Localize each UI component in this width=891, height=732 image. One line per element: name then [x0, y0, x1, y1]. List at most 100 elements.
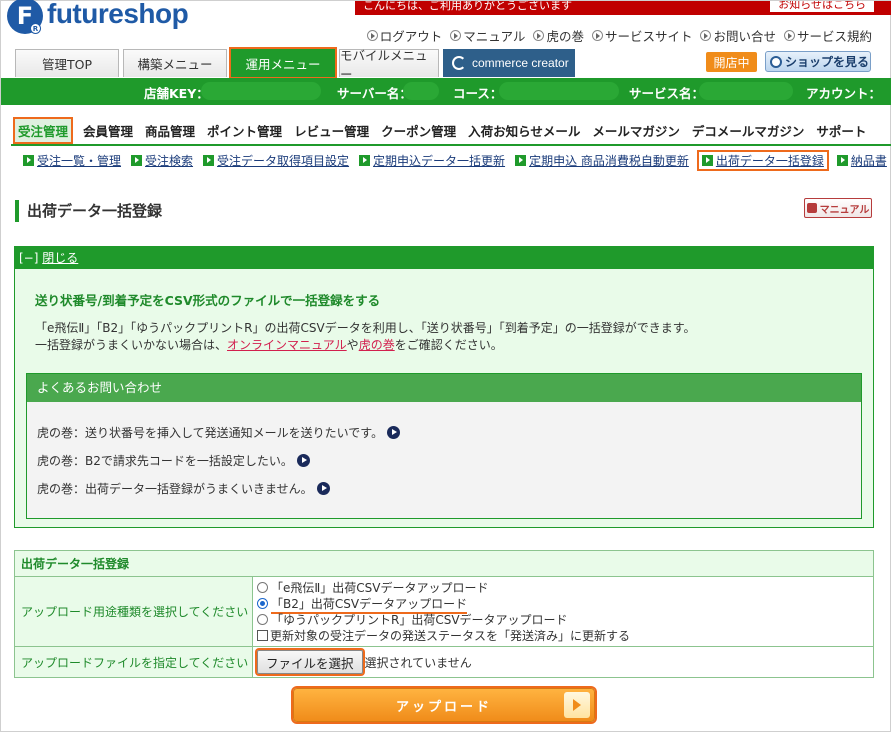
subnav-subscription-update[interactable]: 定期申込データ一括更新	[359, 152, 505, 169]
arrow-circle-icon	[700, 30, 712, 41]
submenu-mail-magazine[interactable]: メールマガジン	[592, 121, 680, 140]
play-circle-icon	[316, 482, 330, 495]
page-title: 出荷データ一括登録	[15, 200, 162, 222]
online-manual-link[interactable]: オンラインマニュアル	[227, 338, 347, 352]
info-help-line: 一括登録がうまくいかない場合は、オンラインマニュアルや虎の巻をご確認ください。	[35, 338, 503, 352]
type-label: アップロード用途種類を選択してください	[15, 577, 253, 646]
arrow-circle-icon	[591, 30, 603, 41]
tiger-book-link-inline[interactable]: 虎の巻	[359, 338, 395, 352]
play-circle-icon	[387, 426, 401, 439]
store-key-value	[201, 82, 321, 100]
manual-button[interactable]: マニュアル	[804, 198, 872, 218]
account-label: アカウント：	[806, 86, 882, 101]
subnav-delivery-slip[interactable]: 納品書	[836, 152, 887, 169]
faq-item[interactable]: 虎の巻：出荷データ一括登録がうまくいきません。	[37, 480, 330, 497]
option-yupack[interactable]: 「ゆうパックプリントR」出荷CSVデータアップロード	[257, 611, 873, 627]
faq-box: よくあるお問い合わせ 虎の巻：送り状番号を挿入して発送通知メールを送りたいです。…	[26, 373, 862, 519]
submenu-restock-mail[interactable]: 入荷お知らせメール	[468, 121, 580, 140]
close-link[interactable]: 閉じる	[42, 251, 78, 265]
manual-icon	[806, 203, 817, 213]
submenu-products[interactable]: 商品管理	[145, 121, 195, 140]
arrow-circle-icon	[450, 30, 462, 41]
futureshop-logo[interactable]: FR futureshop	[7, 0, 189, 37]
tab-operation-menu[interactable]: 運用メニュー	[231, 49, 335, 77]
radio-icon[interactable]	[257, 613, 268, 625]
play-circle-icon	[296, 454, 310, 467]
order-sub-nav: 受注一覧・管理 受注検索 受注データ取得項目設定 定期申込データ一括更新 定期申…	[23, 151, 891, 169]
contact-link[interactable]: お問い合せ	[700, 26, 776, 45]
radio-selected-icon[interactable]	[257, 597, 268, 609]
upload-form: 出荷データ一括登録 アップロード用途種類を選択してください 「e飛伝Ⅱ」出荷CS…	[14, 550, 874, 678]
server-label: サーバー名：	[337, 86, 412, 101]
submenu-reviews[interactable]: レビュー管理	[294, 121, 369, 140]
alert-bar: こんにちは、ご利用ありがとうございます お知らせはこちら	[355, 1, 891, 15]
service-value	[699, 82, 793, 100]
tiger-book-link[interactable]: 虎の巻	[533, 26, 584, 45]
submenu-deco-mail[interactable]: デコメールマガジン	[692, 121, 805, 140]
arrow-square-icon	[359, 154, 371, 166]
upload-button[interactable]: アップロード	[293, 688, 595, 722]
top-links: ログアウト マニュアル 虎の巻 サービスサイト お問い合せ サービス規約	[366, 26, 872, 45]
store-info-bar: 店舗KEY： サーバー名： コース： サービス名： アカウント：	[1, 78, 891, 105]
submenu-support[interactable]: サポート	[816, 121, 866, 140]
info-panel-header: [−] 閉じる	[15, 247, 873, 269]
submenu-coupons[interactable]: クーポン管理	[381, 121, 456, 140]
tab-admin-top[interactable]: 管理TOP	[15, 49, 119, 77]
info-description: 「e飛伝Ⅱ」「B2」「ゆうパックプリントR」の出荷CSVデータを利用し、「送り状…	[35, 321, 696, 335]
logo-text: futureshop	[47, 0, 189, 29]
submenu-members[interactable]: 会員管理	[83, 121, 133, 140]
subnav-shipping-bulk[interactable]: 出荷データ一括登録	[699, 152, 827, 169]
course-label: コース：	[453, 86, 503, 101]
status-badge: 開店中	[706, 52, 757, 72]
arrow-square-icon	[203, 154, 215, 166]
info-title: 送り状番号/到着予定をCSV形式のファイルで一括登録をする	[35, 293, 381, 308]
choose-file-button[interactable]: ファイルを選択	[257, 650, 363, 674]
file-label: アップロードファイルを指定してください	[15, 647, 253, 677]
course-value	[499, 82, 619, 100]
commerce-creator-icon	[452, 56, 466, 70]
file-row: アップロードファイルを指定してください ファイルを選択 選択されていません	[15, 647, 873, 677]
alert-text: こんにちは、ご利用ありがとうございます	[363, 1, 572, 12]
submenu-orders[interactable]: 受注管理	[15, 118, 72, 142]
faq-item[interactable]: 虎の巻：B2で請求先コードを一括設定したい。	[37, 452, 310, 469]
tab-mobile-menu[interactable]: モバイルメニュー	[339, 48, 439, 82]
store-key-label: 店舗KEY：	[144, 86, 209, 101]
arrow-square-icon	[23, 154, 34, 166]
service-label: サービス名：	[629, 86, 705, 101]
server-value	[403, 82, 439, 100]
sub-menu: 受注管理 会員管理 商品管理 ポイント管理 レビュー管理 クーポン管理 入荷お知…	[1, 115, 891, 145]
subnav-order-fields[interactable]: 受注データ取得項目設定	[203, 152, 349, 169]
option-ehiden[interactable]: 「e飛伝Ⅱ」出荷CSVデータアップロード	[257, 579, 873, 595]
subnav-order-search[interactable]: 受注検索	[131, 152, 193, 169]
status-update-checkbox[interactable]: 更新対象の受注データの発送ステータスを「発送済み」に更新する	[257, 627, 873, 643]
tab-build-menu[interactable]: 構築メニュー	[123, 49, 227, 77]
terms-link[interactable]: サービス規約	[783, 26, 872, 45]
arrow-square-icon	[701, 154, 713, 166]
arrow-circle-icon	[366, 30, 378, 41]
arrow-right-icon	[564, 692, 590, 718]
arrow-square-icon	[515, 154, 527, 166]
main-tabs: 管理TOP 構築メニュー 運用メニュー モバイルメニュー commerce cr…	[15, 48, 579, 82]
arrow-circle-icon	[783, 30, 795, 41]
logo-mark-icon: FR	[7, 0, 43, 34]
tab-commerce-creator[interactable]: commerce creator	[443, 49, 575, 77]
subnav-subscription-tax[interactable]: 定期申込 商品消費税自動更新	[515, 152, 689, 169]
subnav-order-list[interactable]: 受注一覧・管理	[23, 152, 121, 169]
file-status: 選択されていません	[364, 655, 472, 670]
magnifier-icon	[770, 55, 782, 68]
manual-link[interactable]: マニュアル	[450, 26, 525, 45]
type-options: 「e飛伝Ⅱ」出荷CSVデータアップロード 「B2」出荷CSVデータアップロード …	[253, 577, 873, 646]
file-input: ファイルを選択 選択されていません	[253, 647, 873, 677]
radio-icon[interactable]	[257, 581, 268, 593]
type-row: アップロード用途種類を選択してください 「e飛伝Ⅱ」出荷CSVデータアップロード…	[15, 577, 873, 647]
option-b2[interactable]: 「B2」出荷CSVデータアップロード	[257, 595, 873, 611]
logout-link[interactable]: ログアウト	[366, 26, 442, 45]
view-shop-button[interactable]: ショップを見る	[765, 51, 871, 72]
faq-body: 虎の巻：送り状番号を挿入して発送通知メールを送りたいです。 虎の巻：B2で請求先…	[27, 402, 861, 518]
alert-box[interactable]: お知らせはこちら	[769, 1, 875, 13]
checkbox-icon[interactable]	[257, 629, 268, 641]
submenu-points[interactable]: ポイント管理	[207, 121, 282, 140]
service-site-link[interactable]: サービスサイト	[591, 26, 692, 45]
faq-item[interactable]: 虎の巻：送り状番号を挿入して発送通知メールを送りたいです。	[37, 424, 401, 441]
arrow-circle-icon	[533, 30, 545, 41]
